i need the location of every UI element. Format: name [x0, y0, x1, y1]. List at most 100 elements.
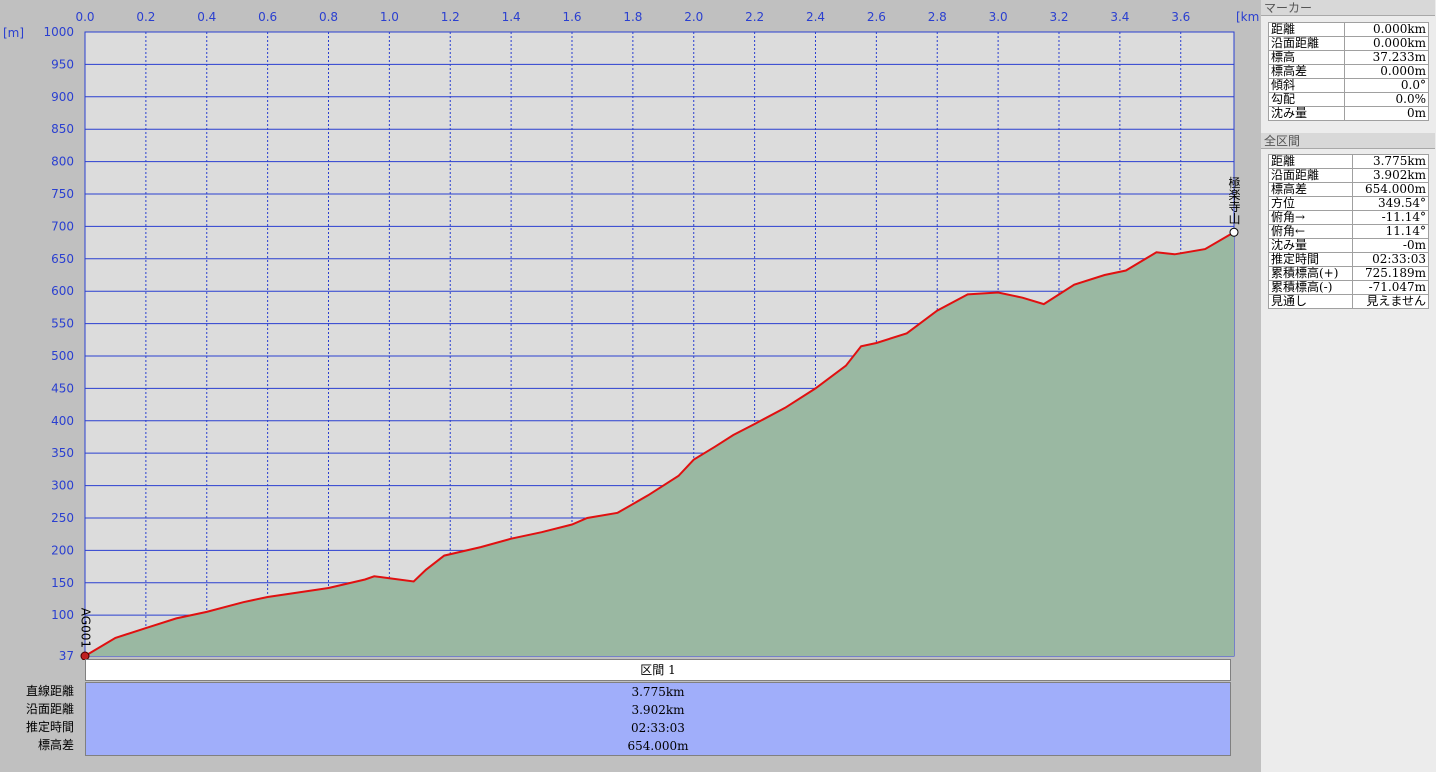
section-row-value: 3.775km — [631, 685, 685, 699]
x-tick-label: 3.6 — [1171, 10, 1190, 24]
info-value: 0m — [1344, 106, 1429, 121]
x-tick-label: 1.8 — [623, 10, 642, 24]
info-value: 11.14° — [1351, 224, 1430, 239]
y-tick-label: 100 — [51, 608, 74, 622]
end-marker-label: 極楽寺山 — [1227, 175, 1241, 224]
info-row: 勾配 0.0% — [1267, 92, 1429, 107]
info-label: 俯角→ — [1268, 210, 1353, 225]
info-value: 0.000km — [1344, 36, 1429, 51]
info-label: 俯角← — [1268, 224, 1353, 239]
info-value: 654.000m — [1351, 182, 1430, 197]
info-value: 0.000km — [1344, 22, 1429, 37]
info-value: 0.0% — [1344, 92, 1429, 107]
x-tick-label: 3.4 — [1110, 10, 1129, 24]
y-tick-label: 950 — [51, 57, 74, 71]
section-row-labels: 直線距離 沿面距離 推定時間 標高差 — [0, 682, 80, 754]
section-header[interactable]: 区間 1 — [85, 659, 1231, 681]
info-label: 沈み量 — [1267, 106, 1346, 121]
x-tick-label: 2.6 — [867, 10, 886, 24]
info-value: -0m — [1351, 238, 1430, 253]
total-panel-title: 全区間 — [1261, 133, 1435, 149]
info-value: 725.189m — [1351, 266, 1430, 281]
y-tick-label: 450 — [51, 381, 74, 395]
x-tick-label: 2.4 — [806, 10, 825, 24]
x-tick-label: 0.2 — [136, 10, 155, 24]
y-tick-label: 250 — [51, 511, 74, 525]
x-tick-label: 1.2 — [441, 10, 460, 24]
info-value: 0.0° — [1344, 78, 1429, 93]
info-value: 349.54° — [1351, 196, 1430, 211]
info-label: 見通し — [1268, 294, 1353, 309]
info-row: 累積標高(+) 725.189m — [1268, 266, 1430, 281]
y-tick-label: 650 — [51, 252, 74, 266]
info-value: 37.233m — [1344, 50, 1429, 65]
x-tick-label: 3.2 — [1049, 10, 1068, 24]
start-marker-label: AG001 — [79, 608, 93, 648]
x-tick-label: 2.2 — [745, 10, 764, 24]
info-row: 沿面距離 3.902km — [1268, 168, 1430, 183]
y-tick-label: 800 — [51, 155, 74, 169]
info-label: 標高差 — [1268, 182, 1353, 197]
info-label: 累積標高(+) — [1268, 266, 1353, 281]
info-label: 勾配 — [1267, 92, 1346, 107]
info-label: 距離 — [1268, 154, 1353, 169]
info-value: 見えません — [1351, 294, 1430, 309]
info-label: 累積標高(-) — [1268, 280, 1353, 295]
info-row: 累積標高(-) -71.047m — [1268, 280, 1430, 295]
info-row: 傾斜 0.0° — [1267, 78, 1429, 93]
section-row-value: 02:33:03 — [631, 721, 685, 735]
y-tick-label: 500 — [51, 349, 74, 363]
info-value: -11.14° — [1351, 210, 1430, 225]
x-tick-label: 2.0 — [684, 10, 703, 24]
y-tick-label: 1000 — [43, 25, 74, 39]
x-tick-label: 2.8 — [928, 10, 947, 24]
y-axis-ticks: 1000 950 900 850 800 750 700 650 600 550 500 450 400… — [43, 25, 74, 660]
x-tick-label: 3.0 — [989, 10, 1008, 24]
info-label: 沿面距離 — [1267, 36, 1346, 51]
marker-info-table: 距離 0.000km 沿面距離 0.000km 標高 37.233m 標高差 0.000m 傾斜… — [1267, 22, 1429, 121]
y-tick-label: 600 — [51, 284, 74, 298]
info-row: 標高 37.233m — [1267, 50, 1429, 65]
y-tick-label: 200 — [51, 543, 74, 557]
x-tick-label: 0.4 — [197, 10, 216, 24]
x-tick-label: 0.6 — [258, 10, 277, 24]
info-label: 傾斜 — [1267, 78, 1346, 93]
info-row: 距離 0.000km — [1267, 22, 1429, 37]
info-row: 沿面距離 0.000km — [1267, 36, 1429, 51]
y-tick-label: 850 — [51, 122, 74, 136]
x-tick-label: 1.0 — [380, 10, 399, 24]
section-row-label: 推定時間 — [25, 720, 74, 734]
y-tick-label: 900 — [51, 90, 74, 104]
y-unit-label: [m] — [3, 26, 24, 40]
x-tick-label: 0.0 — [75, 10, 94, 24]
x-tick-label: 1.6 — [562, 10, 581, 24]
info-row: 沈み量 0m — [1267, 106, 1429, 121]
x-unit-label: [km] — [1236, 10, 1260, 24]
info-row: 見通し 見えません — [1268, 294, 1430, 309]
info-label: 標高 — [1267, 50, 1346, 65]
info-row: 俯角← 11.14° — [1268, 224, 1430, 239]
y-tick-label: 550 — [51, 317, 74, 331]
info-row: 俯角→ -11.14° — [1268, 210, 1430, 225]
section-row-value: 654.000m — [627, 739, 689, 753]
info-value: 0.000m — [1344, 64, 1429, 79]
total-info-table: 距離 3.775km 沿面距離 3.902km 標高差 654.000m 方位 349.54°… — [1268, 154, 1430, 309]
info-label: 標高差 — [1267, 64, 1346, 79]
x-tick-label: 0.8 — [319, 10, 338, 24]
x-axis-ticks: 0.0 0.2 0.4 0.6 0.8 1.0 1.2 1.4 1.6 1.8 2.0 2.2 2.4 2… — [75, 10, 1190, 24]
info-label: 推定時間 — [1268, 252, 1353, 267]
section-body: 3.775km 3.902km 02:33:03 654.000m — [85, 682, 1231, 756]
end-marker-icon — [1229, 227, 1239, 237]
info-row: 標高差 0.000m — [1267, 64, 1429, 79]
info-value: -71.047m — [1351, 280, 1430, 295]
info-label: 沈み量 — [1268, 238, 1353, 253]
section-row-label: 沿面距離 — [25, 702, 74, 716]
info-row: 沈み量 -0m — [1268, 238, 1430, 253]
y-tick-label: 350 — [51, 446, 74, 460]
elevation-chart[interactable]: 0.0 0.2 0.4 0.6 0.8 1.0 1.2 1.4 1.6 1.8 2.0 2.2 2.4 2… — [0, 0, 1260, 660]
y-tick-label: 400 — [51, 414, 74, 428]
y-tick-label: 750 — [51, 187, 74, 201]
section-row-value: 3.902km — [631, 703, 685, 717]
x-tick-label: 1.4 — [502, 10, 521, 24]
info-label: 距離 — [1267, 22, 1346, 37]
